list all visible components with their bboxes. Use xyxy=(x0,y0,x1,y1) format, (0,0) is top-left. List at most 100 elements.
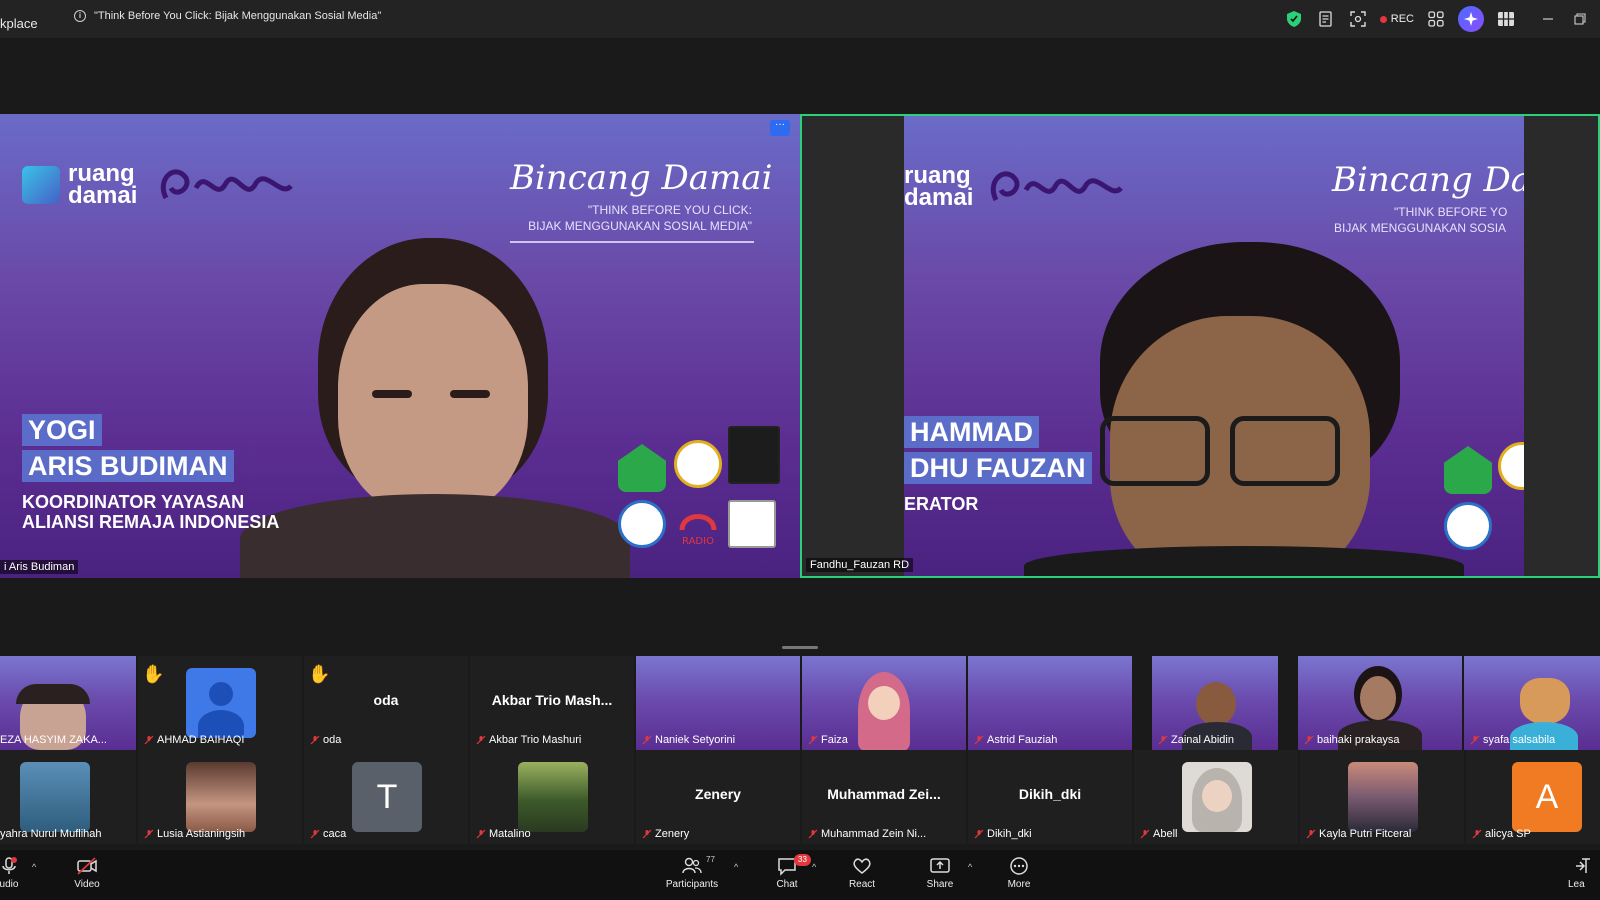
partner-logo-6-icon xyxy=(728,500,776,548)
partner-logo-2-icon xyxy=(674,440,722,488)
svg-text:RADIO: RADIO xyxy=(682,536,714,547)
leave-button[interactable]: Lea xyxy=(1566,856,1600,890)
apps-icon[interactable] xyxy=(1426,9,1446,29)
tile-more-options-button[interactable]: ··· xyxy=(770,120,790,136)
gallery-resize-handle[interactable] xyxy=(782,646,818,649)
script-logo-icon xyxy=(990,171,1123,202)
gallery-tile[interactable]: Muhammad Zei... Muhammad Zein Ni... xyxy=(802,750,966,844)
participant-video xyxy=(1360,676,1396,720)
participant-name-label: Fandhu_Fauzan RD xyxy=(806,558,914,572)
partner-logo-4-icon xyxy=(618,500,666,548)
participant-avatar-face xyxy=(868,686,900,720)
raised-hand-icon: ✋ xyxy=(142,664,165,684)
gallery-tile[interactable]: Akbar Trio Mash... Akbar Trio Mashuri xyxy=(470,656,634,750)
video-button[interactable]: Video xyxy=(52,856,122,890)
speaker-role-line1: KOORDINATOR YAYASAN xyxy=(22,492,245,512)
event-subtitle-line2: BIJAK MENGGUNAKAN SOSIA xyxy=(1334,221,1507,235)
audio-options-chevron-up-icon[interactable]: ^ xyxy=(32,862,36,872)
mic-muted-icon xyxy=(808,829,818,839)
event-subtitle: "THINK BEFORE YO BIJAK MENGGUNAKAN SOSIA xyxy=(1334,204,1524,236)
profile-photo xyxy=(1182,762,1252,832)
gallery-tile[interactable]: Matalino xyxy=(470,750,634,844)
video-label: Video xyxy=(74,879,100,890)
participant-name: oda xyxy=(323,734,342,746)
gallery-tile-label: yahra Nurul Muflihah xyxy=(0,828,102,840)
gallery-tile[interactable]: Kayla Putri Fitceral xyxy=(1300,750,1464,844)
gallery-tile[interactable]: Abell xyxy=(1134,750,1298,844)
meeting-info[interactable]: i "Think Before You Click: Bijak Menggun… xyxy=(74,10,381,22)
gallery-tile[interactable]: yahra Nurul Muflihah xyxy=(0,750,136,844)
speaker-name-line1: YOGI xyxy=(22,414,102,446)
view-grid-icon[interactable] xyxy=(1496,9,1516,29)
gallery-tile-label: Astrid Fauziah xyxy=(968,734,1057,746)
focus-icon[interactable] xyxy=(1348,9,1368,29)
audio-button[interactable]: udio xyxy=(0,856,44,890)
participant-display-name: Akbar Trio Mash... xyxy=(491,692,613,708)
gallery-tile[interactable]: baihaki prakaysa xyxy=(1298,656,1462,750)
speaker-role-line2: ALIANSI REMAJA INDONESIA xyxy=(22,512,280,532)
speaker-name-line2: ARIS BUDIMAN xyxy=(22,450,234,482)
info-icon[interactable]: i xyxy=(74,10,86,22)
gallery-tile[interactable]: T caca xyxy=(304,750,468,844)
gallery-tile[interactable]: Faiza xyxy=(802,656,966,750)
main-stage: ruang damai Bincang Damai "THINK BEFORE … xyxy=(0,38,1600,648)
restore-icon[interactable] xyxy=(1570,9,1590,29)
meeting-title: "Think Before You Click: Bijak Menggunak… xyxy=(94,10,382,22)
participant-name: Akbar Trio Mashuri xyxy=(489,734,582,746)
leave-label: Lea xyxy=(1568,879,1585,890)
share-button[interactable]: Share xyxy=(905,856,975,890)
gallery-tile[interactable]: Dikih_dki Dikih_dki xyxy=(968,750,1132,844)
gallery-tile[interactable]: ✋ oda oda xyxy=(304,656,468,750)
gallery-tile[interactable]: A alicya SP xyxy=(1466,750,1600,844)
gallery-tile-label: Naniek Setyorini xyxy=(636,734,735,746)
gallery-tile[interactable]: Naniek Setyorini xyxy=(636,656,800,750)
participant-name: alicya SP xyxy=(1485,828,1531,840)
gallery-tile[interactable]: Zainal Abidin xyxy=(1152,656,1278,750)
participants-chevron-up-icon[interactable]: ^ xyxy=(734,862,738,872)
participant-name: AHMAD BAIHAQI xyxy=(157,734,245,746)
ai-companion-button[interactable] xyxy=(1458,6,1484,32)
participant-name: Astrid Fauziah xyxy=(987,734,1058,746)
participant-hair xyxy=(16,684,90,704)
participant-name: syafa salsabila xyxy=(1483,734,1556,746)
video-tile-speaker-right[interactable]: ruang damai Bincang Da "THINK BEFORE YO … xyxy=(800,114,1600,578)
shield-icon[interactable] xyxy=(1284,9,1304,29)
react-button[interactable]: React xyxy=(827,856,897,890)
participant-name: Faiza xyxy=(821,734,848,746)
gallery-tile[interactable]: Zenery Zenery xyxy=(636,750,800,844)
ruang-damai-logo-icon xyxy=(22,166,60,204)
initial-avatar: A xyxy=(1512,762,1582,832)
more-button[interactable]: More xyxy=(984,856,1054,890)
rec-label: REC xyxy=(1390,13,1414,25)
gallery-tile[interactable]: syafa salsabila xyxy=(1464,656,1600,750)
mic-muted-icon xyxy=(808,735,818,745)
mic-muted-icon xyxy=(1472,829,1482,839)
gallery-tile-label: Zenery xyxy=(636,828,689,840)
share-screen-icon xyxy=(930,858,950,873)
participant-video xyxy=(1196,682,1236,726)
participant-display-name: Muhammad Zei... xyxy=(827,786,941,802)
participants-button[interactable]: Participants xyxy=(656,856,728,890)
participants-label: Participants xyxy=(665,879,719,890)
partner-logo-4-icon xyxy=(1444,502,1492,550)
gallery-tile-label: Zainal Abidin xyxy=(1152,734,1234,746)
share-chevron-up-icon[interactable]: ^ xyxy=(968,862,972,872)
title-bar: kplace i "Think Before You Click: Bijak … xyxy=(0,0,1600,38)
minimize-icon[interactable] xyxy=(1538,9,1558,29)
participant-avatar-cat-icon xyxy=(1520,678,1570,724)
gallery-tile[interactable]: Lusia Astianingsih xyxy=(138,750,302,844)
chat-chevron-up-icon[interactable]: ^ xyxy=(812,862,816,872)
mic-muted-icon xyxy=(1304,735,1314,745)
gallery-tile[interactable]: Astrid Fauziah xyxy=(968,656,1132,750)
partner-logo-1-icon xyxy=(618,444,666,492)
video-tile-speaker-left[interactable]: ruang damai Bincang Damai "THINK BEFORE … xyxy=(0,114,800,578)
recording-indicator[interactable]: REC xyxy=(1379,13,1414,25)
sparkle-icon xyxy=(1464,12,1478,26)
speaker-shirt xyxy=(1024,546,1464,576)
participants-count: 77 xyxy=(706,855,715,864)
gallery-tile[interactable]: EZA HASYIM ZAKA... xyxy=(0,656,136,750)
gallery-tile[interactable]: ✋ AHMAD BAIHAQI xyxy=(138,656,302,750)
participant-name: yahra Nurul Muflihah xyxy=(0,828,102,840)
notes-icon[interactable] xyxy=(1316,9,1336,29)
title-bar-actions: REC xyxy=(1284,6,1590,32)
